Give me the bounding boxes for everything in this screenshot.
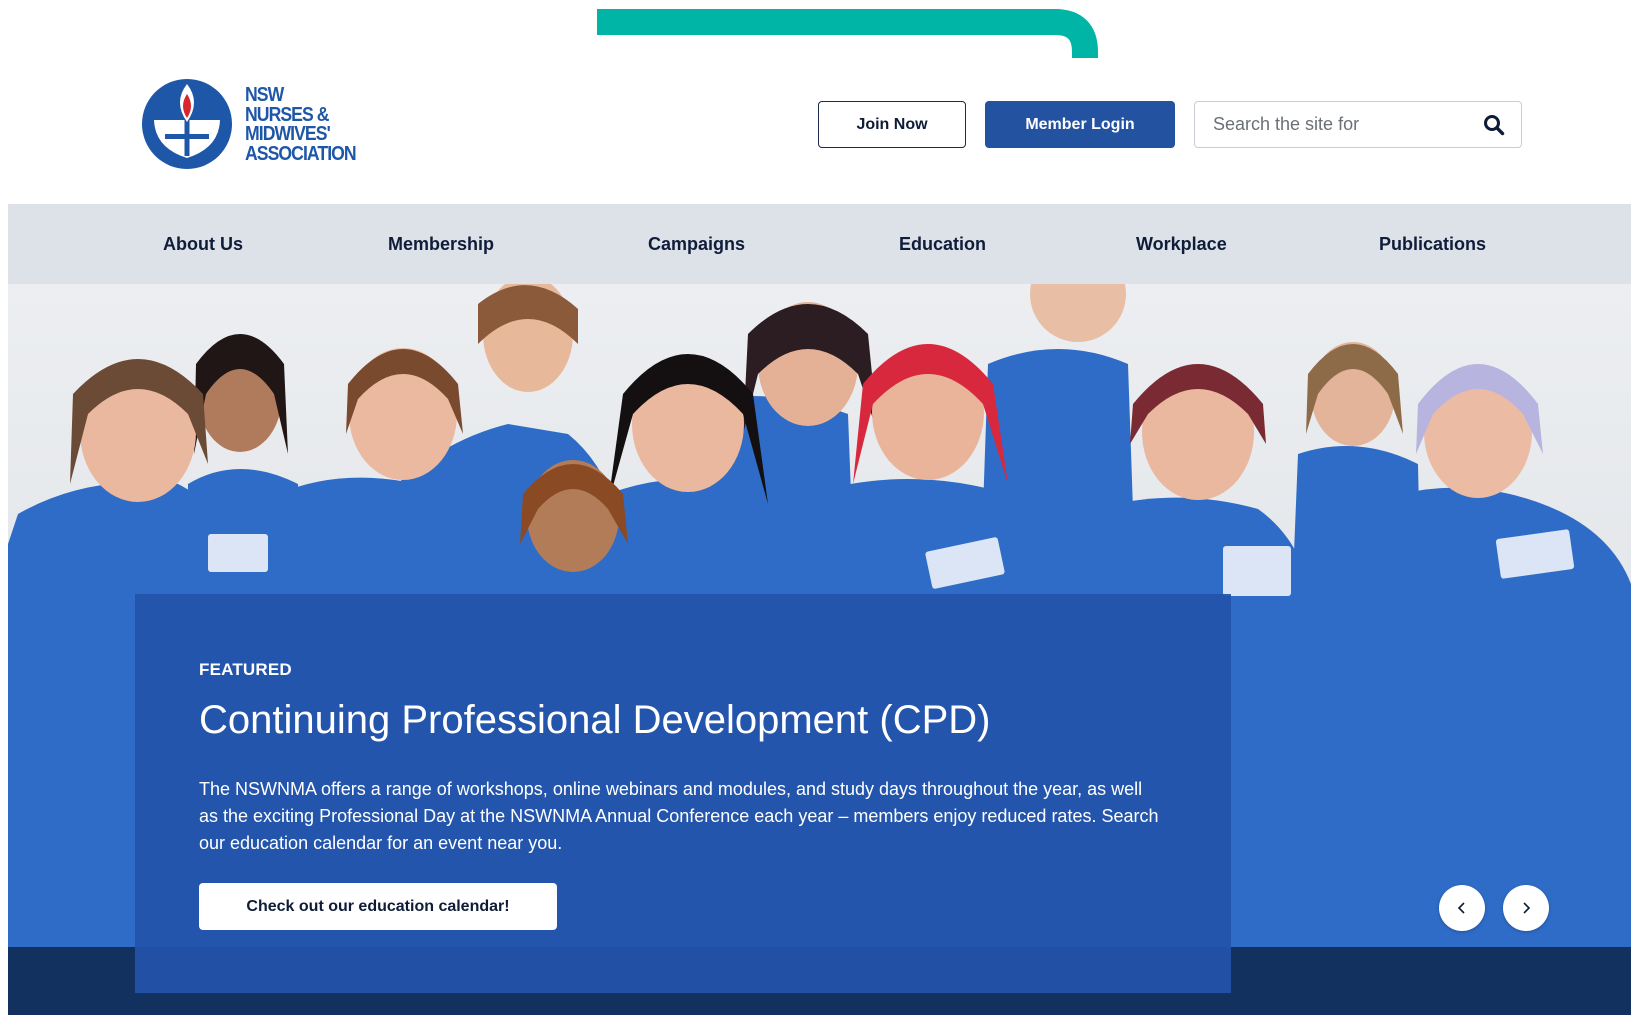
- nav-item-membership[interactable]: Membership: [388, 204, 494, 284]
- member-login-button[interactable]: Member Login: [985, 101, 1175, 148]
- nav-item-publications[interactable]: Publications: [1379, 204, 1486, 284]
- chevron-right-icon: [1523, 902, 1531, 914]
- chevron-left-icon: [1457, 902, 1465, 914]
- nswnma-logo[interactable]: NSW NURSES & MIDWIVES' ASSOCIATION: [139, 76, 374, 172]
- featured-card: FEATURED Continuing Professional Develop…: [135, 594, 1231, 993]
- nav-item-campaigns[interactable]: Campaigns: [648, 204, 745, 284]
- logo-line-1: NSW: [245, 83, 284, 106]
- carousel-next-button[interactable]: [1503, 885, 1549, 931]
- featured-title: Continuing Professional Development (CPD…: [199, 698, 991, 742]
- featured-description: The NSWNMA offers a range of workshops, …: [199, 779, 1159, 853]
- carousel-prev-button[interactable]: [1439, 885, 1485, 931]
- logo-wordmark: NSW NURSES & MIDWIVES' ASSOCIATION: [245, 83, 357, 165]
- logo-line-3: MIDWIVES': [245, 122, 331, 145]
- page-frame: NSW NURSES & MIDWIVES' ASSOCIATION Join …: [8, 58, 1631, 1015]
- logo-line-4: ASSOCIATION: [245, 141, 357, 165]
- featured-eyebrow: FEATURED: [199, 660, 292, 679]
- site-search: [1194, 101, 1522, 148]
- search-icon[interactable]: [1481, 112, 1507, 138]
- nav-item-about-us[interactable]: About Us: [163, 204, 243, 284]
- search-input[interactable]: [1195, 102, 1481, 147]
- nav-item-workplace[interactable]: Workplace: [1136, 204, 1227, 284]
- nav-item-education[interactable]: Education: [899, 204, 986, 284]
- site-header: NSW NURSES & MIDWIVES' ASSOCIATION Join …: [8, 58, 1631, 204]
- education-calendar-button[interactable]: Check out our education calendar!: [199, 883, 557, 930]
- lamp-emblem-icon: [142, 79, 232, 169]
- main-navigation: About Us Membership Campaigns Education …: [8, 204, 1631, 284]
- join-now-button[interactable]: Join Now: [818, 101, 966, 148]
